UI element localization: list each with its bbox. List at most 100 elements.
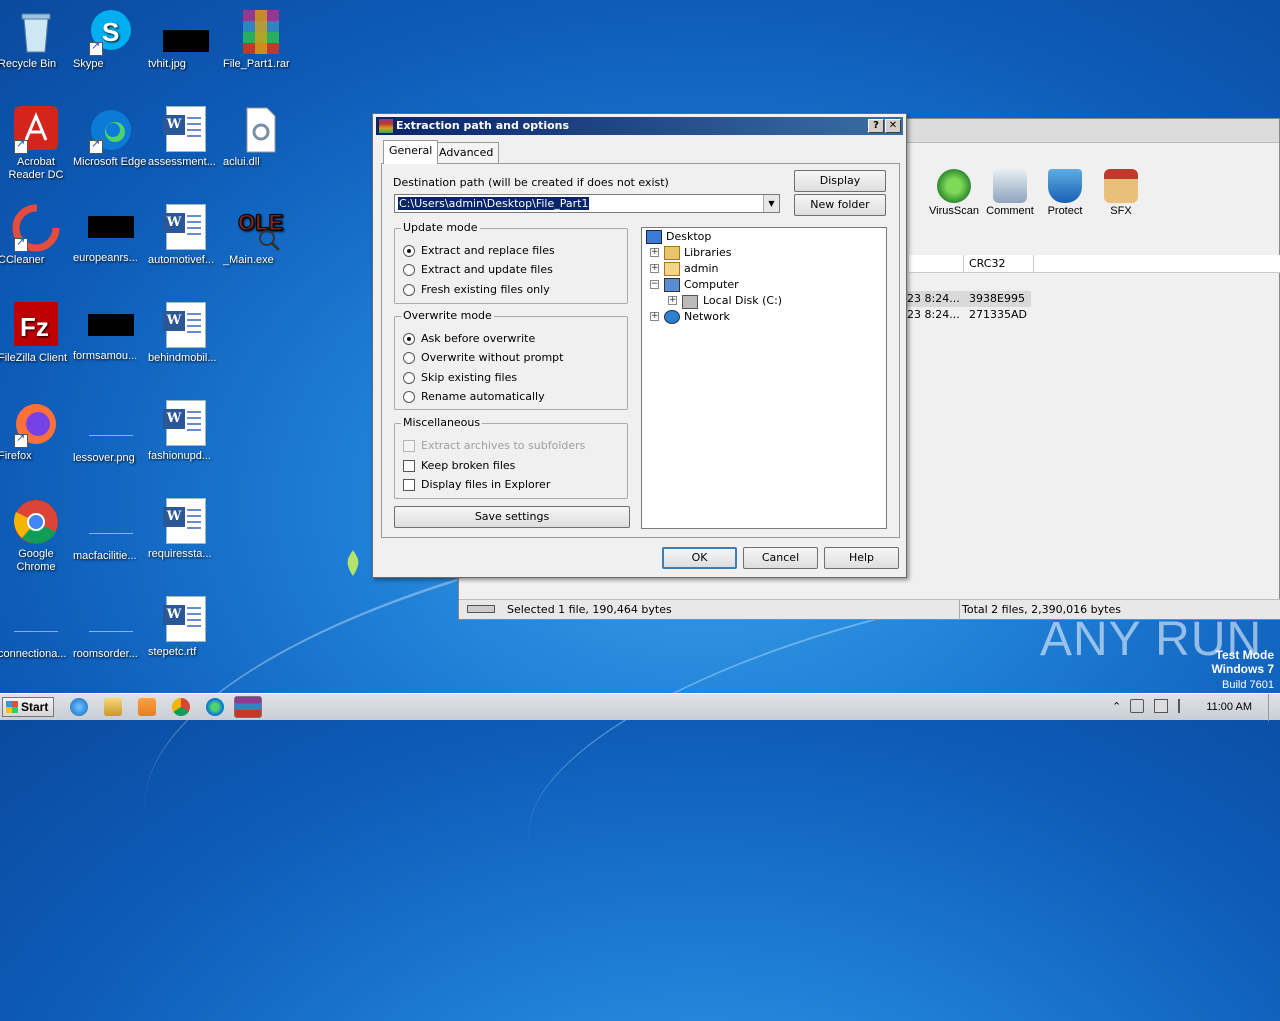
tab-advanced[interactable]: Advanced <box>433 142 500 163</box>
radio-icon <box>403 264 415 276</box>
desktop-icon-behindmobil[interactable]: W behindmobil... <box>148 302 224 364</box>
desktop-icon <box>646 230 662 244</box>
desktop-icon-fashionupd[interactable]: W fashionupd... <box>148 400 224 462</box>
expand-icon[interactable]: + <box>668 296 677 305</box>
desktop-icon-tvhit[interactable]: tvhit.jpg <box>148 8 224 70</box>
toolbar-comment-button[interactable]: Comment <box>980 169 1040 217</box>
edge-taskbar-icon[interactable] <box>206 698 224 716</box>
desktop-icon-formsamou[interactable]: formsamou... <box>73 302 149 362</box>
firefox-icon <box>12 400 60 448</box>
expand-icon[interactable]: + <box>650 248 659 257</box>
extraction-dialog: Extraction path and options ? ✕ General … <box>372 113 907 578</box>
file-thumbnail <box>89 414 133 436</box>
test-mode-line2: Windows 7 <box>1211 662 1274 676</box>
desktop-icon-file-part1-rar[interactable]: File_Part1.rar <box>223 8 299 70</box>
radio-extract-update[interactable]: Extract and update files <box>403 263 553 277</box>
show-hidden-icons[interactable]: ⌃ <box>1112 700 1121 713</box>
chrome-icon <box>12 498 60 546</box>
desktop-icon-lessover[interactable]: lessover.png <box>73 400 149 464</box>
toolbar-protect-button[interactable]: Protect <box>1035 169 1095 217</box>
network-tray-icon[interactable] <box>1154 699 1168 713</box>
ie-icon[interactable] <box>70 698 88 716</box>
desktop-icon-ccleaner[interactable]: CCleaner <box>0 204 74 266</box>
ok-button[interactable]: OK <box>662 547 737 569</box>
status-selected: Selected 1 file, 190,464 bytes <box>507 603 672 616</box>
desktop-icon-skype[interactable]: S Skype <box>73 8 149 70</box>
new-folder-button[interactable]: New folder <box>794 194 886 216</box>
chrome-taskbar-icon[interactable] <box>172 698 190 716</box>
word-document-icon: W <box>163 498 206 544</box>
desktop-icon-edge[interactable]: Microsoft Edge <box>73 106 149 168</box>
radio-skip-existing[interactable]: Skip existing files <box>403 371 517 385</box>
skype-icon: S <box>87 8 135 56</box>
destination-path-combobox[interactable]: C:\Users\admin\Desktop\File_Part1 ▼ <box>394 194 780 213</box>
chevron-down-icon[interactable]: ▼ <box>763 195 779 212</box>
desktop-icon-europeanrs[interactable]: europeanrs... <box>73 204 149 264</box>
radio-overwrite-without-prompt[interactable]: Overwrite without prompt <box>403 351 563 365</box>
word-document-icon: W <box>163 400 206 446</box>
display-button[interactable]: Display <box>794 170 886 192</box>
general-panel: Destination path (will be created if doe… <box>381 163 900 538</box>
desktop-icon-aclui[interactable]: aclui.dll <box>223 106 299 168</box>
desktop-icon-chrome[interactable]: Google Chrome <box>0 498 74 573</box>
column-crc32[interactable]: CRC32 <box>969 257 1005 270</box>
desktop-icon-connectiona[interactable]: connectiona... <box>0 596 74 660</box>
desktop-icon-roomsorder[interactable]: roomsorder... <box>73 596 149 660</box>
desktop-icon-macfacilitie[interactable]: macfacilitie... <box>73 498 149 562</box>
expand-icon[interactable]: + <box>650 264 659 273</box>
desktop-icon-assessment[interactable]: W assessment... <box>148 106 224 168</box>
winrar-taskbar-icon[interactable] <box>234 696 262 718</box>
radio-fresh-existing[interactable]: Fresh existing files only <box>403 283 550 297</box>
radio-icon <box>403 372 415 384</box>
explorer-icon[interactable] <box>104 698 122 716</box>
start-button[interactable]: Start <box>2 697 54 717</box>
svg-text:S: S <box>102 17 119 47</box>
file-thumbnail <box>89 512 133 534</box>
checkbox-display-in-explorer[interactable]: Display files in Explorer <box>403 478 550 492</box>
desktop-icon-firefox[interactable]: Firefox <box>0 400 74 462</box>
desktop-icon-main-exe[interactable]: OLE _Main.exe <box>223 204 299 267</box>
desktop-icon-stepetc[interactable]: W stepetc.rtf <box>148 596 224 658</box>
desktop-icon-automotivef[interactable]: W automotivef... <box>148 204 224 266</box>
toolbar-virusscan-button[interactable]: VirusScan <box>924 169 984 217</box>
desktop-icon-filezilla[interactable]: Fz FileZilla Client <box>0 302 74 364</box>
toolbar-sfx-button[interactable]: SFX <box>1091 169 1151 217</box>
dialog-titlebar: Extraction path and options ? ✕ <box>376 117 903 135</box>
desktop-icon-requiressta[interactable]: W requiressta... <box>148 498 224 560</box>
radio-rename-automatically[interactable]: Rename automatically <box>403 390 545 404</box>
collapse-icon[interactable]: − <box>650 280 659 289</box>
drive-icon <box>467 605 495 613</box>
tab-general[interactable]: General <box>383 140 439 164</box>
radio-icon <box>403 391 415 403</box>
update-mode-title: Update mode <box>401 221 480 234</box>
checkbox-icon <box>403 479 415 491</box>
radio-extract-replace[interactable]: Extract and replace files <box>403 244 555 258</box>
hard-drive-icon <box>682 295 698 309</box>
desktop-icon-recycle-bin[interactable]: Recycle Bin <box>0 8 74 70</box>
folder-tree[interactable]: Desktop + Libraries + admin − Computer +… <box>641 227 887 529</box>
radio-icon <box>403 284 415 296</box>
file-row[interactable]: 23 8:24... 3938E995 <box>905 291 1031 307</box>
expand-icon[interactable]: + <box>650 312 659 321</box>
desktop-icon-acrobat[interactable]: Acrobat Reader DC <box>0 106 74 181</box>
file-row[interactable]: 23 8:24... 271335AD <box>905 307 1031 323</box>
action-center-icon[interactable] <box>1178 699 1192 713</box>
show-desktop-button[interactable] <box>1268 694 1280 721</box>
ole-exe-icon: OLE <box>237 204 285 252</box>
save-settings-button[interactable]: Save settings <box>394 506 630 528</box>
shortcut-arrow-icon <box>89 40 103 56</box>
volume-icon[interactable] <box>1130 699 1144 713</box>
radio-ask-before-overwrite[interactable]: Ask before overwrite <box>403 332 535 346</box>
filezilla-icon: Fz <box>12 302 60 350</box>
close-icon[interactable]: ✕ <box>885 119 901 133</box>
cancel-button[interactable]: Cancel <box>743 547 818 569</box>
file-thumbnail <box>14 610 58 632</box>
protect-icon <box>1048 169 1082 203</box>
media-player-icon[interactable] <box>138 698 156 716</box>
help-icon[interactable]: ? <box>868 119 884 133</box>
checkbox-keep-broken-files[interactable]: Keep broken files <box>403 459 515 473</box>
network-icon <box>664 310 680 324</box>
clock[interactable]: 11:00 AM <box>1206 701 1252 713</box>
shortcut-arrow-icon <box>14 138 28 154</box>
help-button[interactable]: Help <box>824 547 899 569</box>
